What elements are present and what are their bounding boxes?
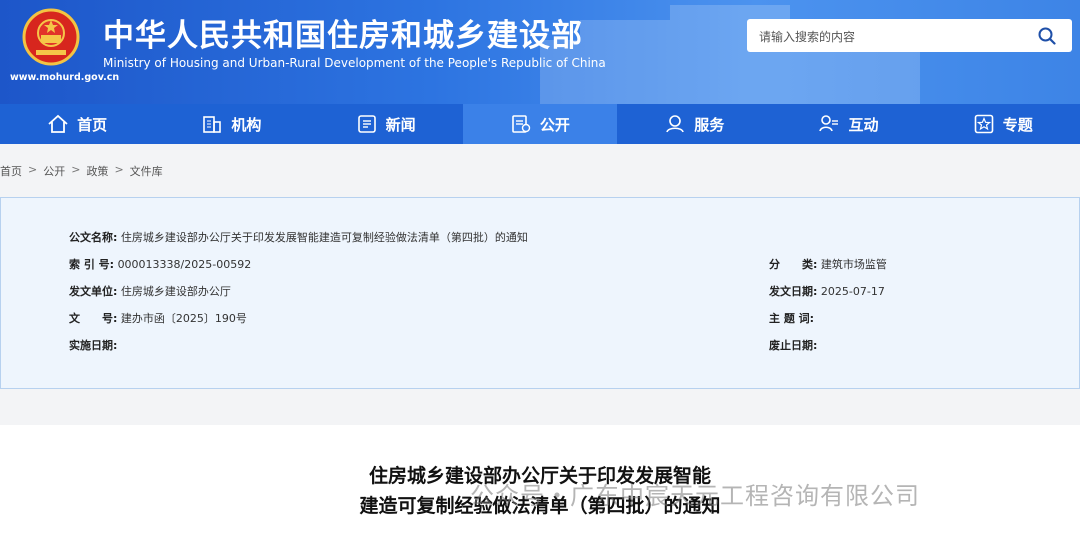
- meta-issuer: 发文单位: 住房城乡建设部办公厅: [69, 285, 231, 298]
- nav-item-topic[interactable]: 专题: [926, 104, 1080, 144]
- national-emblem-icon: [22, 8, 80, 66]
- meta-subject: 主 题 词:: [769, 312, 815, 325]
- news-icon: [357, 115, 376, 133]
- site-title: 中华人民共和国住房和城乡建设部: [103, 18, 583, 54]
- nav-item-service[interactable]: 服务: [617, 104, 771, 144]
- site-header: www.mohurd.gov.cn 中华人民共和国住房和城乡建设部 Minist…: [0, 0, 1080, 104]
- site-title-en: Ministry of Housing and Urban-Rural Deve…: [103, 56, 606, 70]
- search-box: [747, 19, 1072, 54]
- meta-docno: 文 号: 建办市函〔2025〕190号: [69, 312, 247, 325]
- breadcrumb-public[interactable]: 公开: [43, 163, 65, 179]
- nav-item-news[interactable]: 新闻: [309, 104, 463, 144]
- breadcrumb-policy[interactable]: 政策: [86, 163, 108, 179]
- nav-label: 互动: [848, 115, 879, 134]
- breadcrumb: 首页 > 公开 > 政策 > 文件库: [0, 163, 163, 179]
- meta-index: 索 引 号: 000013338/2025-00592: [69, 258, 252, 271]
- nav-label: 专题: [1002, 115, 1033, 134]
- meta-effective: 实施日期:: [69, 339, 118, 352]
- nav-label: 首页: [77, 115, 108, 134]
- main-nav: 首页 机构 新闻 公开 服务 互动 专题: [0, 104, 1080, 144]
- nav-item-home[interactable]: 首页: [0, 104, 154, 144]
- breadcrumb-home[interactable]: 首页: [0, 163, 22, 179]
- service-icon: [666, 115, 684, 133]
- building-icon: [203, 116, 222, 133]
- meta-doc-name: 公文名称: 住房城乡建设部办公厅关于印发发展智能建造可复制经验做法清单（第四批）…: [69, 231, 528, 244]
- meta-abolish: 废止日期:: [769, 339, 818, 352]
- star-icon: [974, 114, 994, 134]
- home-icon: [48, 114, 68, 133]
- search-icon[interactable]: [1038, 27, 1056, 45]
- search-input[interactable]: [757, 19, 1021, 54]
- nav-label: 新闻: [385, 115, 416, 134]
- interaction-icon: [819, 115, 839, 132]
- document-meta-panel: 公文名称: 住房城乡建设部办公厅关于印发发展智能建造可复制经验做法清单（第四批）…: [0, 197, 1080, 389]
- nav-item-org[interactable]: 机构: [154, 104, 308, 144]
- meta-category: 分 类: 建筑市场监管: [769, 258, 887, 271]
- nav-item-interaction[interactable]: 互动: [771, 104, 925, 144]
- site-url: www.mohurd.gov.cn: [10, 72, 120, 83]
- meta-date: 发文日期: 2025-07-17: [769, 285, 885, 298]
- breadcrumb-library[interactable]: 文件库: [130, 163, 163, 179]
- nav-label: 公开: [539, 115, 570, 134]
- nav-label: 服务: [694, 115, 725, 134]
- watermark: 公众号・广东中宸天元工程咨询有限公司: [470, 482, 920, 510]
- nav-label: 机构: [231, 115, 262, 134]
- document-icon: [512, 115, 531, 133]
- nav-item-public[interactable]: 公开: [462, 104, 618, 144]
